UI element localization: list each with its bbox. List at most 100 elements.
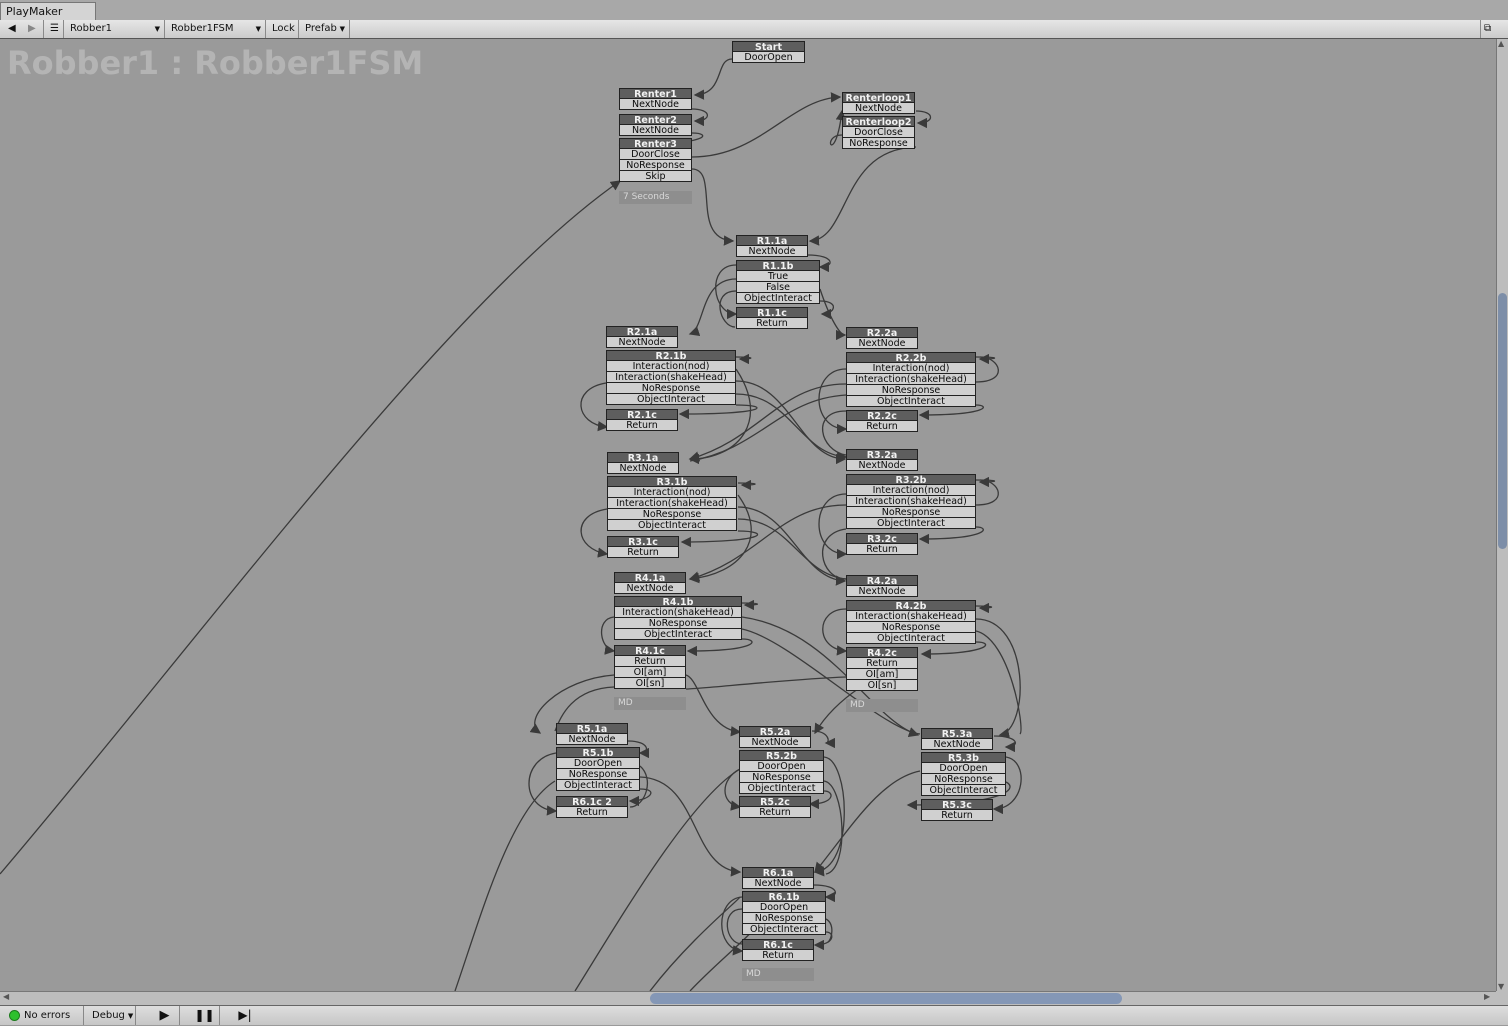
state-event-transition[interactable]: NoResponse (742, 913, 826, 924)
state-title[interactable]: R5.3b (921, 752, 1006, 764)
state-title[interactable]: R2.2c (846, 410, 918, 422)
state-event-transition[interactable]: Interaction(nod) (846, 485, 976, 496)
state-r3-2a[interactable]: R3.2a NextNode (846, 449, 918, 471)
state-event-transition[interactable]: Interaction(nod) (846, 363, 976, 374)
state-event-transition[interactable]: NoResponse (556, 769, 640, 780)
state-title[interactable]: Renterloop2 (842, 116, 915, 128)
state-event-transition[interactable]: Interaction(shakeHead) (606, 372, 736, 383)
state-r3-2b[interactable]: R3.2b Interaction(nod) Interaction(shakeHe… (846, 474, 976, 529)
state-title[interactable]: R5.2c (739, 796, 811, 808)
back-arrow-icon[interactable]: ◀ (4, 20, 24, 38)
state-event-transition[interactable]: DoorClose (619, 149, 692, 160)
playmaker-tab[interactable]: PlayMaker (0, 2, 96, 20)
state-event-transition[interactable]: NextNode (846, 586, 918, 597)
state-event-transition[interactable]: Interaction(shakeHead) (607, 498, 737, 509)
horizontal-scrollbar[interactable]: ◀ ▶ (0, 991, 1496, 1005)
state-event-transition[interactable]: NextNode (921, 739, 993, 750)
prefab-select[interactable]: Prefab ▼ (301, 20, 350, 38)
state-event-transition[interactable]: ObjectInteract (736, 293, 820, 304)
state-r5-2a[interactable]: R5.2a NextNode (739, 726, 811, 748)
state-event-transition[interactable]: OI[am] (614, 667, 686, 678)
lock-button[interactable]: Lock (268, 20, 299, 38)
state-r5-3a[interactable]: R5.3a NextNode (921, 728, 993, 750)
state-title[interactable]: R3.1b (607, 476, 737, 488)
window-menu-icon[interactable]: ⧉ (1480, 20, 1496, 38)
state-event-transition[interactable]: Interaction(shakeHead) (846, 611, 976, 622)
horizontal-scroll-thumb[interactable] (650, 993, 1122, 1004)
state-title[interactable]: R5.1a (556, 723, 628, 735)
state-r3-1a[interactable]: R3.1a NextNode (607, 452, 679, 474)
state-event-transition[interactable]: ObjectInteract (556, 780, 640, 791)
state-title[interactable]: R4.2b (846, 600, 976, 612)
state-event-transition[interactable]: NextNode (742, 878, 814, 889)
state-title[interactable]: R3.1c (607, 536, 679, 548)
state-title[interactable]: R4.1a (614, 572, 686, 584)
state-event-transition[interactable]: NoResponse (846, 507, 976, 518)
state-event-transition[interactable]: NoResponse (606, 383, 736, 394)
state-r2-2a[interactable]: R2.2a NextNode (846, 327, 918, 349)
state-event-transition[interactable]: NoResponse (614, 618, 742, 629)
state-title[interactable]: R5.3c (921, 799, 993, 811)
state-r5-2b[interactable]: R5.2b DoorOpen NoResponse ObjectInteract (739, 750, 824, 794)
state-event-transition[interactable]: ObjectInteract (607, 520, 737, 531)
state-r4-1a[interactable]: R4.1a NextNode (614, 572, 686, 594)
state-title[interactable]: R4.1c (614, 645, 686, 657)
state-event-transition[interactable]: NoResponse (921, 774, 1006, 785)
debug-select[interactable]: Debug ▼ (92, 1006, 136, 1025)
state-title[interactable]: R4.2a (846, 575, 918, 587)
state-title[interactable]: R2.2b (846, 352, 976, 364)
state-event-transition[interactable]: Interaction(nod) (606, 361, 736, 372)
state-r6-1c-2[interactable]: R6.1c 2 Return (556, 796, 628, 818)
state-event-transition[interactable]: NextNode (607, 463, 679, 474)
state-event-transition[interactable]: ObjectInteract (846, 633, 976, 644)
state-event-transition[interactable]: OI[sn] (614, 678, 686, 689)
state-title[interactable]: R5.2b (739, 750, 824, 762)
state-renterloop1[interactable]: Renterloop1 NextNode (842, 92, 915, 114)
vertical-scroll-thumb[interactable] (1498, 293, 1507, 549)
state-title[interactable]: R3.2a (846, 449, 918, 461)
state-r5-1b[interactable]: R5.1b DoorOpen NoResponse ObjectInteract (556, 747, 640, 791)
state-title[interactable]: R6.1a (742, 867, 814, 879)
state-title[interactable]: Renter2 (619, 114, 692, 126)
state-event-transition[interactable]: NextNode (842, 103, 915, 114)
state-event-transition[interactable]: NoResponse (607, 509, 737, 520)
state-r5-3c[interactable]: R5.3c Return (921, 799, 993, 821)
state-event-transition[interactable]: NoResponse (846, 385, 976, 396)
state-title[interactable]: R5.2a (739, 726, 811, 738)
state-title[interactable]: R6.1c 2 (556, 796, 628, 808)
state-title[interactable]: R1.1a (736, 235, 808, 247)
state-renter1[interactable]: Renter1 NextNode (619, 88, 692, 110)
fsm-graph-canvas[interactable]: Robber1 : Robber1FSM Start DoorOpen Rent… (0, 39, 1496, 991)
state-renter2[interactable]: Renter2 NextNode (619, 114, 692, 136)
state-title[interactable]: R2.1a (606, 326, 678, 338)
state-r4-2a[interactable]: R4.2a NextNode (846, 575, 918, 597)
state-event-transition[interactable]: NextNode (614, 583, 686, 594)
state-title[interactable]: R2.2a (846, 327, 918, 339)
state-start[interactable]: Start DoorOpen (732, 41, 805, 63)
state-event-transition[interactable]: Return (846, 421, 918, 432)
state-event-transition[interactable]: Return (739, 807, 811, 818)
scroll-left-arrow-icon[interactable]: ◀ (3, 992, 9, 1001)
state-event-transition[interactable]: Return (846, 658, 918, 669)
state-r4-1b[interactable]: R4.1b Interaction(shakeHead) NoResponse Obj… (614, 596, 742, 640)
state-title[interactable]: Renter3 (619, 138, 692, 150)
state-event-transition[interactable]: Interaction(shakeHead) (846, 374, 976, 385)
pause-icon[interactable]: ❚❚ (190, 1006, 220, 1025)
state-event-transition[interactable]: ObjectInteract (739, 783, 824, 794)
state-title[interactable]: R3.2c (846, 533, 918, 545)
state-title[interactable]: R6.1c (742, 939, 814, 951)
state-event-transition[interactable]: ObjectInteract (606, 394, 736, 405)
state-event-transition[interactable]: ObjectInteract (614, 629, 742, 640)
state-r3-1c[interactable]: R3.1c Return (607, 536, 679, 558)
state-r4-1c[interactable]: R4.1c Return OI[am] OI[sn] (614, 645, 686, 689)
state-event-transition[interactable]: NoResponse (619, 160, 692, 171)
state-title[interactable]: R4.1b (614, 596, 742, 608)
menu-icon[interactable]: ☰ (46, 20, 64, 38)
state-event-transition[interactable]: False (736, 282, 820, 293)
scroll-right-arrow-icon[interactable]: ▶ (1484, 992, 1490, 1001)
state-r3-2c[interactable]: R3.2c Return (846, 533, 918, 555)
fsm-select[interactable]: Robber1FSM ▼ (167, 20, 266, 38)
scroll-down-arrow-icon[interactable]: ▼ (1498, 982, 1504, 991)
state-event-transition[interactable]: Interaction(shakeHead) (846, 496, 976, 507)
state-event-transition[interactable]: NextNode (846, 338, 918, 349)
